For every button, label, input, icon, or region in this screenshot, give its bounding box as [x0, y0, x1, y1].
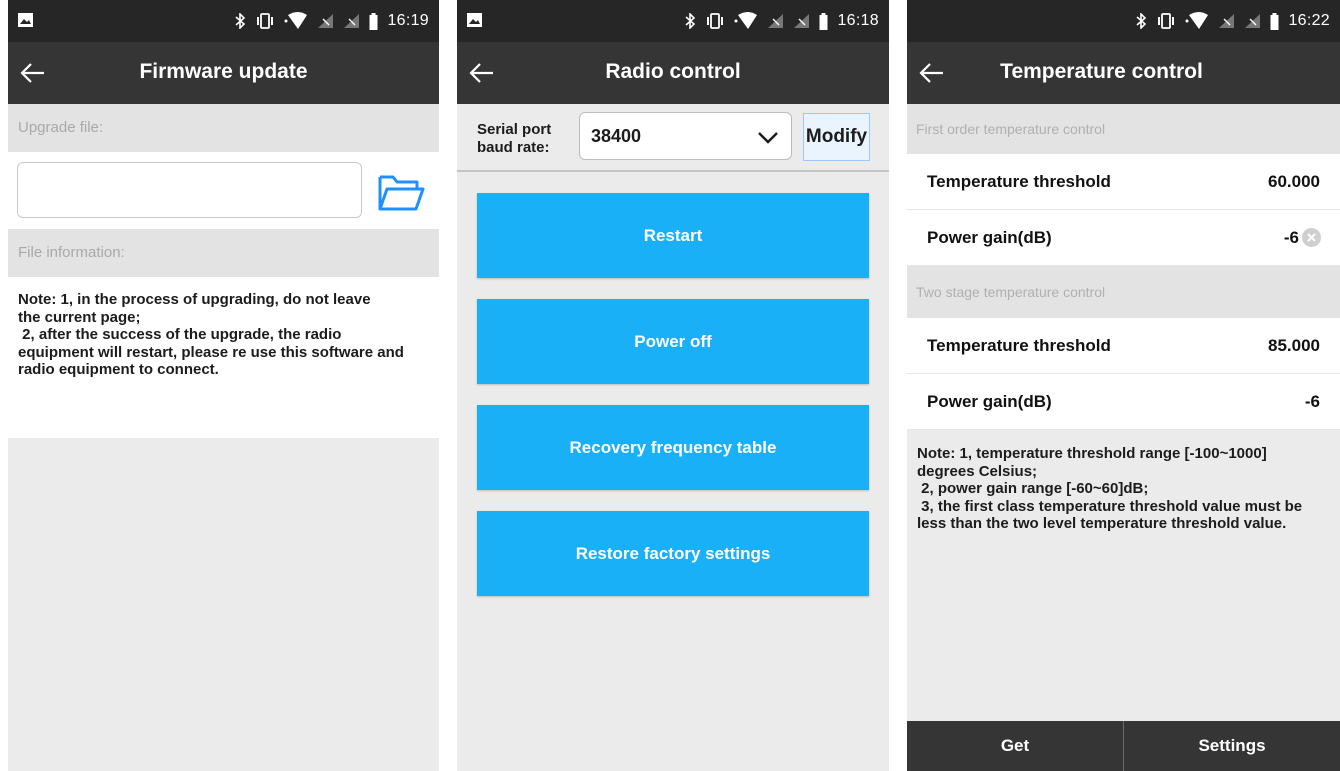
vibrate-icon: [1158, 13, 1175, 29]
restore-factory-settings-button[interactable]: Restore factory settings: [477, 511, 869, 596]
image-icon: [467, 13, 482, 27]
title-bar: Temperature control: [907, 42, 1340, 104]
upgrade-note: Note: 1, in the process of upgrading, do…: [18, 291, 404, 378]
no-signal-icon: [794, 14, 810, 28]
get-button[interactable]: Get: [907, 721, 1123, 771]
vibrate-icon: [257, 13, 274, 29]
second-threshold-value[interactable]: 85.000: [1268, 336, 1320, 356]
title-bar: Radio control: [457, 42, 889, 104]
first-threshold-value[interactable]: 60.000: [1268, 172, 1320, 192]
bluetooth-icon: [235, 13, 246, 29]
first-threshold-label: Temperature threshold: [927, 172, 1111, 191]
second-threshold-label: Temperature threshold: [927, 336, 1111, 355]
firmware-update-screen: 16:19 Firmware update Upgrade file: File…: [8, 0, 439, 771]
recovery-frequency-table-button[interactable]: Recovery frequency table: [477, 405, 869, 490]
no-signal-icon: [318, 14, 334, 28]
status-bar: 16:19: [8, 0, 439, 42]
modify-button[interactable]: Modify: [803, 113, 870, 161]
divider: [457, 170, 889, 172]
bottom-action-bar: Get Settings: [907, 721, 1340, 771]
image-icon: [18, 13, 33, 27]
page-title: Radio control: [605, 60, 741, 83]
bluetooth-icon: [685, 13, 696, 29]
page-title: Temperature control: [1000, 60, 1203, 83]
upgrade-file-label: Upgrade file:: [8, 104, 439, 152]
chevron-down-icon: [758, 132, 778, 144]
upgrade-file-input[interactable]: [17, 162, 362, 218]
no-signal-icon: [344, 14, 360, 28]
clock: 16:18: [837, 12, 879, 29]
settings-button[interactable]: Settings: [1123, 721, 1340, 771]
wifi-icon: [1185, 12, 1209, 29]
wifi-icon: [284, 12, 308, 29]
baud-rate-value: 38400: [591, 126, 642, 146]
status-bar: 16:18: [457, 0, 889, 42]
no-signal-icon: [1245, 14, 1261, 28]
first-order-section-label: First order temperature control: [907, 104, 1340, 154]
temperature-control-screen: 16:22 Temperature control First order te…: [907, 0, 1340, 771]
clock: 16:22: [1288, 12, 1330, 29]
no-signal-icon: [1219, 14, 1235, 28]
file-information-label: File information:: [8, 229, 439, 277]
first-threshold-row[interactable]: Temperature threshold 60.000: [907, 154, 1340, 210]
battery-icon: [369, 12, 378, 30]
second-gain-row[interactable]: Power gain(dB) -6: [907, 374, 1340, 430]
vibrate-icon: [707, 13, 724, 29]
clock: 16:19: [387, 12, 429, 29]
baud-rate-dropdown[interactable]: 38400: [579, 112, 792, 160]
temperature-note: Note: 1, temperature threshold range [-1…: [917, 445, 1303, 532]
restart-button[interactable]: Restart: [477, 193, 869, 278]
clear-icon[interactable]: [1302, 228, 1321, 247]
battery-icon: [819, 12, 828, 30]
first-gain-value[interactable]: -6: [1284, 228, 1299, 248]
battery-icon: [1270, 12, 1279, 30]
baud-rate-label: Serial port baud rate:: [477, 121, 552, 156]
first-gain-label: Power gain(dB): [927, 228, 1052, 247]
bluetooth-icon: [1136, 13, 1147, 29]
radio-control-screen: 16:18 Radio control Serial port baud rat…: [457, 0, 889, 771]
wifi-icon: [734, 12, 758, 29]
no-signal-icon: [768, 14, 784, 28]
second-gain-value[interactable]: -6: [1305, 392, 1320, 412]
title-bar: Firmware update: [8, 42, 439, 104]
page-title: Firmware update: [139, 60, 308, 83]
folder-icon[interactable]: [377, 172, 425, 212]
first-gain-row[interactable]: Power gain(dB) -6: [907, 210, 1340, 266]
second-gain-label: Power gain(dB): [927, 392, 1052, 411]
status-bar: 16:22: [907, 0, 1340, 42]
power-off-button[interactable]: Power off: [477, 299, 869, 384]
two-stage-section-label: Two stage temperature control: [907, 266, 1340, 318]
second-threshold-row[interactable]: Temperature threshold 85.000: [907, 318, 1340, 374]
